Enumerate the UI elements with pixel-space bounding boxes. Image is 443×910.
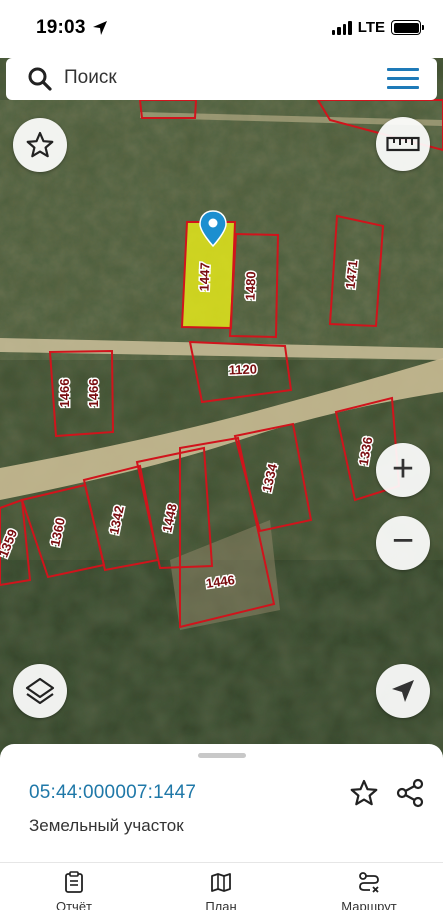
parcel-label: 1120 [228,362,257,378]
status-time: 19:03 [36,17,86,38]
cellular-signal-icon [331,20,352,35]
parcel-label: 1480 [243,271,259,300]
battery-icon [391,20,424,35]
ruler-button[interactable] [376,117,430,171]
navigation-arrow-icon [392,680,414,702]
clipboard-icon [65,871,83,893]
route-icon [359,872,379,893]
search-input[interactable]: Поиск [64,67,117,89]
parcel-info-sheet[interactable]: 05:44:000007:1447 Земельный участок [0,744,443,862]
status-bar: 19:03 LTE [0,0,443,58]
status-indicators: LTE [331,19,424,36]
menu-icon[interactable] [387,68,419,90]
map-icon [211,873,231,892]
object-type: Земельный участок [29,816,184,835]
sheet-drag-handle[interactable] [198,753,246,758]
parcel-label: 1447 [197,262,213,291]
ruler-icon [386,136,420,152]
share-icon[interactable] [395,778,425,808]
tab-report[interactable]: Отчёт [44,871,104,910]
zoom-out-button[interactable]: − [376,516,430,570]
tab-bar: Отчёт План Маршрут [0,862,443,910]
cadastral-number[interactable]: 05:44:000007:1447 [29,782,196,804]
network-type: LTE [357,19,385,36]
minus-icon: − [391,519,415,562]
favorite-button[interactable] [13,118,67,172]
tab-label: План [205,899,237,910]
parcel-label: 1471 [343,259,361,289]
tab-plan[interactable]: План [191,871,251,910]
locate-button[interactable] [376,664,430,718]
tab-label: Отчёт [55,899,93,910]
star-icon[interactable] [349,778,379,808]
parcel-label: 1466 [86,379,101,408]
tab-label: Маршрут [341,899,397,910]
layers-icon [25,677,55,705]
search-bar[interactable]: Поиск [6,58,437,100]
zoom-in-button[interactable]: + [376,443,430,497]
layers-button[interactable] [13,664,67,718]
star-icon [26,131,54,158]
plus-icon: + [391,447,415,490]
search-icon[interactable] [27,66,53,92]
tab-route[interactable]: Маршрут [330,871,408,910]
parcel-label: 1466 [57,379,72,408]
location-arrow-icon [93,21,107,35]
